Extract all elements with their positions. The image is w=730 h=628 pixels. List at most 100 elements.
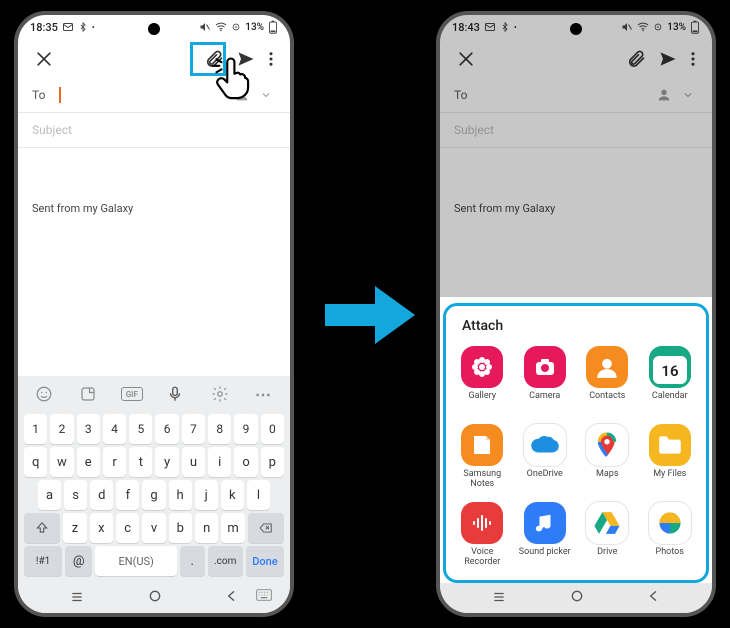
to-field[interactable]: To xyxy=(440,77,712,113)
emoji-icon[interactable] xyxy=(32,382,56,406)
attach-option-onedrive[interactable]: OneDrive xyxy=(515,420,576,494)
subject-field[interactable]: Subject xyxy=(440,113,712,148)
send-icon[interactable] xyxy=(652,43,684,75)
nav-back-icon[interactable] xyxy=(646,588,662,608)
key-t[interactable]: t xyxy=(129,447,152,477)
email-body[interactable]: Sent from my Galaxy xyxy=(18,148,290,376)
contacts-picker-icon[interactable] xyxy=(230,83,254,107)
key-j[interactable]: j xyxy=(195,480,218,510)
attach-option-label: Maps xyxy=(596,470,618,490)
to-field[interactable]: To xyxy=(18,77,290,113)
attach-option-camera[interactable]: Camera xyxy=(515,342,576,416)
key-o[interactable]: o xyxy=(234,447,257,477)
key-q[interactable]: q xyxy=(24,447,47,477)
attach-option-calendar[interactable]: 16Calendar xyxy=(640,342,701,416)
key-m[interactable]: m xyxy=(221,513,244,543)
key-9[interactable]: 9 xyxy=(234,414,257,444)
key-space[interactable]: EN(US) xyxy=(95,546,177,576)
subject-placeholder: Subject xyxy=(454,123,494,137)
arrow-icon xyxy=(320,280,420,354)
attach-option-photos[interactable]: Photos xyxy=(640,498,701,572)
key-c[interactable]: c xyxy=(116,513,139,543)
key-8[interactable]: 8 xyxy=(208,414,231,444)
key-v[interactable]: v xyxy=(142,513,165,543)
nav-home-icon[interactable] xyxy=(569,588,585,608)
settings-icon[interactable] xyxy=(208,382,232,406)
more-icon[interactable] xyxy=(684,43,702,75)
key-done[interactable]: Done xyxy=(246,546,284,576)
attach-icon[interactable] xyxy=(620,43,652,75)
key-shift[interactable] xyxy=(24,513,60,543)
key-6[interactable]: 6 xyxy=(155,414,178,444)
more-icon[interactable] xyxy=(262,43,280,75)
key-l[interactable]: l xyxy=(247,480,270,510)
attach-option-label: Drive xyxy=(597,548,617,568)
attach-option-drive[interactable]: Drive xyxy=(577,498,638,572)
key-4[interactable]: 4 xyxy=(103,414,126,444)
key-7[interactable]: 7 xyxy=(182,414,205,444)
attach-option-label: Photos xyxy=(656,548,684,568)
soundpicker-icon xyxy=(524,502,566,544)
key-w[interactable]: w xyxy=(50,447,73,477)
key-x[interactable]: x xyxy=(90,513,113,543)
subject-field[interactable]: Subject xyxy=(18,113,290,148)
sticker-icon[interactable] xyxy=(76,382,100,406)
key-b[interactable]: b xyxy=(169,513,192,543)
key-e[interactable]: e xyxy=(77,447,100,477)
key-n[interactable]: n xyxy=(195,513,218,543)
kbd-more-icon[interactable]: ⋯ xyxy=(252,382,276,406)
to-label: To xyxy=(454,88,467,102)
key-s[interactable]: s xyxy=(64,480,87,510)
key-d[interactable]: d xyxy=(90,480,113,510)
key-k[interactable]: k xyxy=(221,480,244,510)
mic-icon[interactable] xyxy=(163,382,187,406)
nav-bar xyxy=(18,583,290,613)
key-p[interactable]: p xyxy=(261,447,284,477)
kbd-switch-icon[interactable] xyxy=(256,586,272,605)
status-wifi-icon xyxy=(215,21,227,33)
key-i[interactable]: i xyxy=(208,447,231,477)
key-0[interactable]: 0 xyxy=(261,414,284,444)
attach-option-label: Sound picker xyxy=(519,548,571,568)
attach-option-voice[interactable]: Voice Recorder xyxy=(452,498,513,572)
close-icon[interactable] xyxy=(450,43,482,75)
key-z[interactable]: z xyxy=(63,513,86,543)
contacts-picker-icon[interactable] xyxy=(652,83,676,107)
key-com[interactable]: .com xyxy=(208,546,243,576)
key-y[interactable]: y xyxy=(155,447,178,477)
myfiles-icon xyxy=(649,424,691,466)
gif-icon[interactable]: GIF xyxy=(121,387,143,401)
status-dot-icon: • xyxy=(514,23,517,32)
key-at[interactable]: @ xyxy=(65,546,92,576)
attach-option-contacts[interactable]: Contacts xyxy=(577,342,638,416)
attach-option-maps[interactable]: Maps xyxy=(577,420,638,494)
key-h[interactable]: h xyxy=(169,480,192,510)
attach-icon[interactable] xyxy=(198,43,230,75)
key-g[interactable]: g xyxy=(142,480,165,510)
key-2[interactable]: 2 xyxy=(50,414,73,444)
expand-icon[interactable] xyxy=(256,89,276,101)
key-1[interactable]: 1 xyxy=(24,414,47,444)
key-f[interactable]: f xyxy=(116,480,139,510)
key-r[interactable]: r xyxy=(103,447,126,477)
nav-home-icon[interactable] xyxy=(147,588,163,608)
nav-back-icon[interactable] xyxy=(224,588,240,608)
attach-option-myfiles[interactable]: My Files xyxy=(640,420,701,494)
nav-recents-icon[interactable] xyxy=(68,589,86,608)
key-5[interactable]: 5 xyxy=(129,414,152,444)
attach-option-notes[interactable]: Samsung Notes xyxy=(452,420,513,494)
key-backspace[interactable] xyxy=(248,513,284,543)
key-symbols[interactable]: !#1 xyxy=(24,546,62,576)
key-3[interactable]: 3 xyxy=(77,414,100,444)
attach-option-gallery[interactable]: Gallery xyxy=(452,342,513,416)
attach-option-soundpicker[interactable]: Sound picker xyxy=(515,498,576,572)
key-u[interactable]: u xyxy=(182,447,205,477)
key-a[interactable]: a xyxy=(38,480,61,510)
key-period[interactable]: . xyxy=(180,546,205,576)
send-icon[interactable] xyxy=(230,43,262,75)
attach-option-label: Voice Recorder xyxy=(452,548,513,568)
nav-recents-icon[interactable] xyxy=(490,589,508,608)
maps-icon xyxy=(586,424,628,466)
expand-icon[interactable] xyxy=(678,89,698,101)
close-icon[interactable] xyxy=(28,43,60,75)
